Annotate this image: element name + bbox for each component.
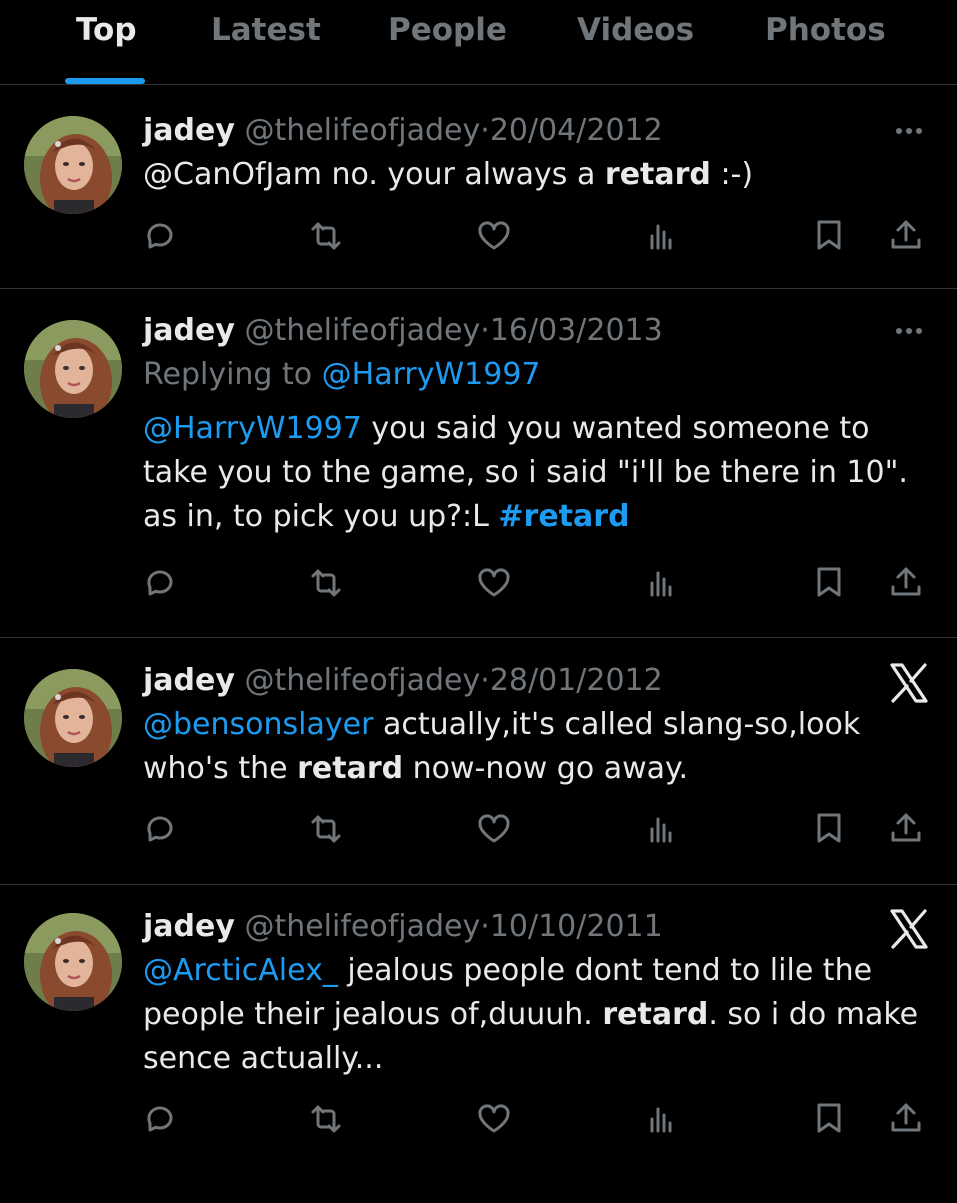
action-bar [143,807,933,851]
tweet-header: jadey @thelifeofjadey·20/04/2012 [143,111,933,151]
bookmark-icon[interactable] [807,214,851,258]
share-icon[interactable] [884,1097,928,1141]
separator-dot: · [480,113,490,148]
display-name[interactable]: jadey [143,909,235,944]
display-name[interactable]: jadey [143,313,235,348]
x-logo-icon [887,661,931,705]
tweet-header: jadey @thelifeofjadey·28/01/2012 [143,661,933,701]
tab-latest[interactable]: Latest [211,12,321,48]
x-logo-icon [887,907,931,951]
views-icon[interactable] [639,214,683,258]
tweet-text: @CanOfJam no. your always a retard :-) [143,153,933,197]
views-icon[interactable] [639,1097,683,1141]
share-icon[interactable] [884,561,928,605]
tab-videos[interactable]: Videos [577,12,694,48]
tab-photos[interactable]: Photos [765,12,886,48]
text-part: :-) [710,157,754,192]
retweet-icon[interactable] [304,1097,348,1141]
replying-to: Replying to @HarryW1997 [143,355,933,395]
more-icon[interactable] [889,111,929,151]
reply-icon[interactable] [139,214,183,258]
like-icon[interactable] [472,214,516,258]
text-part: @CanOfJam no. your always a [143,157,605,192]
share-icon[interactable] [884,807,928,851]
tweet-header: jadey @thelifeofjadey·10/10/2011 [143,907,933,947]
tweet-content: jadey @thelifeofjadey·16/03/2013 Replyin… [143,311,933,539]
mention-link[interactable]: @HarryW1997 [143,411,362,446]
like-icon[interactable] [472,807,516,851]
like-icon[interactable] [472,1097,516,1141]
replying-to-link[interactable]: @HarryW1997 [322,357,541,392]
tweet-date[interactable]: 10/10/2011 [490,909,663,944]
tweet-text: @ArcticAlex_ jealous people dont tend to… [143,949,933,1081]
tweet[interactable]: jadey @thelifeofjadey·10/10/2011 @Arctic… [0,885,957,1203]
retweet-icon[interactable] [304,561,348,605]
reply-icon[interactable] [139,561,183,605]
display-name[interactable]: jadey [143,663,235,698]
tweet-date[interactable]: 20/04/2012 [490,113,663,148]
text-part: now-now go away. [403,751,689,786]
separator-dot: · [480,909,490,944]
bookmark-icon[interactable] [807,807,851,851]
tab-people[interactable]: People [388,12,507,48]
active-tab-indicator [65,78,145,84]
tab-top[interactable]: Top [76,12,137,48]
display-name[interactable]: jadey [143,113,235,148]
bookmark-icon[interactable] [807,1097,851,1141]
tweet-content: jadey @thelifeofjadey·20/04/2012 @CanOfJ… [143,111,933,197]
avatar[interactable] [24,320,122,418]
separator-dot: · [480,663,490,698]
replying-label: Replying to [143,357,322,392]
mention-link[interactable]: @bensonslayer [143,707,373,742]
retweet-icon[interactable] [304,214,348,258]
avatar[interactable] [24,669,122,767]
highlighted-term: retard [297,751,404,786]
views-icon[interactable] [639,807,683,851]
reply-icon[interactable] [139,807,183,851]
more-icon[interactable] [889,311,929,351]
bookmark-icon[interactable] [807,561,851,605]
user-handle[interactable]: @thelifeofjadey [244,313,480,348]
action-bar [143,1097,933,1141]
highlighted-term: retard [604,157,711,192]
tweet-date[interactable]: 16/03/2013 [490,313,663,348]
highlighted-term: retard [602,997,709,1032]
user-handle[interactable]: @thelifeofjadey [244,113,480,148]
tab-bar: Top Latest People Videos Photos [0,0,957,85]
views-icon[interactable] [639,561,683,605]
retweet-icon[interactable] [304,807,348,851]
hashtag-link[interactable]: #retard [498,499,629,534]
tweet-header: jadey @thelifeofjadey·16/03/2013 [143,311,933,351]
avatar[interactable] [24,116,122,214]
like-icon[interactable] [472,561,516,605]
tweet-content: jadey @thelifeofjadey·10/10/2011 @Arctic… [143,907,933,1081]
tweet-text: @bensonslayer actually,it's called slang… [143,703,933,791]
action-bar [143,561,933,605]
avatar[interactable] [24,913,122,1011]
tweet[interactable]: jadey @thelifeofjadey·20/04/2012 @CanOfJ… [0,85,957,289]
mention-link[interactable]: @ArcticAlex_ [143,953,338,988]
tweet-date[interactable]: 28/01/2012 [490,663,663,698]
reply-icon[interactable] [139,1097,183,1141]
user-handle[interactable]: @thelifeofjadey [244,663,480,698]
action-bar [143,214,933,258]
share-icon[interactable] [884,214,928,258]
tweet-text: @HarryW1997 you said you wanted someone … [143,407,933,539]
tweet-content: jadey @thelifeofjadey·28/01/2012 @benson… [143,661,933,791]
user-handle[interactable]: @thelifeofjadey [244,909,480,944]
separator-dot: · [480,313,490,348]
